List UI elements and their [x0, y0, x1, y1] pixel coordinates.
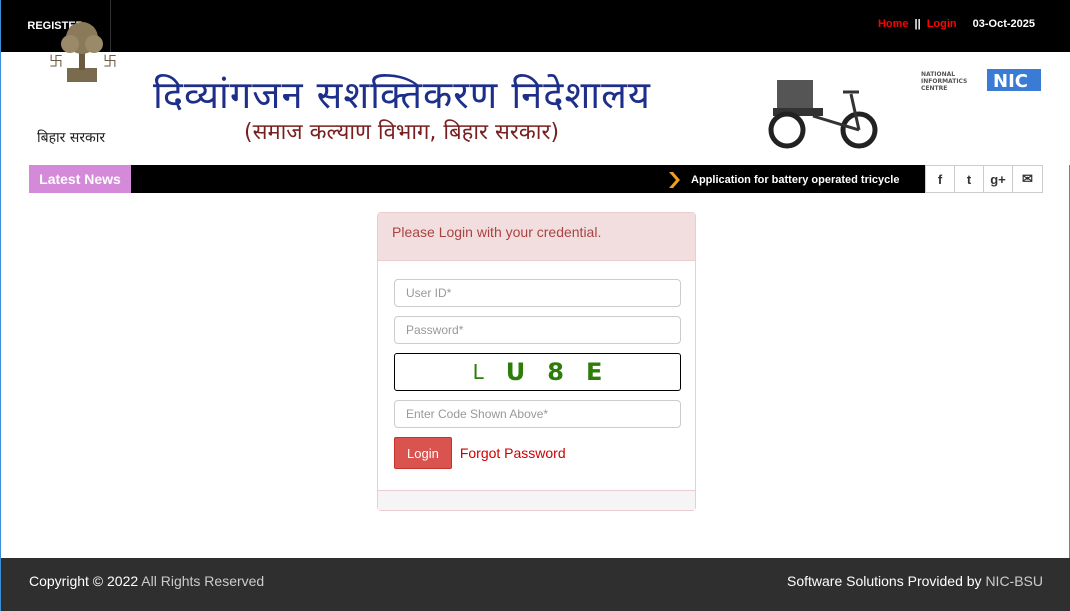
current-date: 03-Oct-2025 [972, 18, 1035, 30]
svg-text:卐: 卐 [49, 53, 63, 69]
login-form: User ID* Password* L U 8 E Enter Code Sh… [378, 261, 695, 469]
svg-text:CENTRE: CENTRE [921, 85, 947, 92]
provided-by-text: Software Solutions Provided by [786, 573, 982, 589]
captcha-char: 8 [547, 358, 564, 386]
news-item-text: Application for battery operated tricycl… [691, 174, 900, 186]
captcha-char: U [505, 358, 526, 386]
google-plus-icon[interactable]: g+ [984, 166, 1013, 192]
provider-credit: Software Solutions Provided by NIC-BSU [787, 573, 1043, 589]
captcha-char: L [472, 360, 484, 384]
login-panel: Please Login with your credential. User … [377, 212, 696, 511]
login-button[interactable]: Login [394, 437, 452, 469]
login-panel-heading: Please Login with your credential. [378, 213, 695, 261]
captcha-char: E [585, 358, 603, 386]
copyright: Copyright © 2022 All Rights Reserved [29, 573, 264, 589]
captcha-code-input[interactable]: Enter Code Shown Above* [394, 400, 681, 428]
rights-text: All Rights Reserved [141, 573, 265, 589]
top-right-links: Home || Login 03-Oct-2025 [878, 18, 1035, 30]
bihar-emblem-icon: 卐 卐 [49, 22, 117, 82]
home-link[interactable]: Home [878, 18, 909, 30]
copyright-year: Copyright © 2022 [29, 573, 139, 589]
provider-name: NIC-BSU [985, 573, 1043, 589]
password-input[interactable]: Password* [394, 316, 681, 344]
page-title: दिव्यांगजन सशक्तिकरण निदेशालय [153, 73, 651, 117]
top-navbar: REGISTER Home || Login 03-Oct-2025 [1, 0, 1070, 52]
tricycle-image-icon [768, 80, 878, 149]
nic-logo-icon: NATIONAL INFORMATICS CENTRE NIC [921, 69, 1041, 92]
login-panel-footer [378, 490, 695, 510]
news-item[interactable]: Application for battery operated tricycl… [667, 171, 899, 189]
user-id-input[interactable]: User ID* [394, 279, 681, 307]
svg-text:NATIONAL: NATIONAL [921, 71, 955, 78]
page-footer: Copyright © 2022 All Rights Reserved Sof… [1, 558, 1070, 611]
mail-icon[interactable]: ✉ [1013, 166, 1042, 192]
captcha-image: L U 8 E [394, 353, 681, 391]
social-links: f t g+ ✉ [925, 165, 1043, 193]
login-actions: Login Forgot Password [394, 437, 681, 469]
svg-text:卐: 卐 [103, 53, 117, 69]
svg-text:INFORMATICS: INFORMATICS [921, 78, 967, 85]
emblem-caption: बिहार सरकार [37, 130, 106, 146]
facebook-icon[interactable]: f [926, 166, 955, 192]
page-subtitle: (समाज कल्याण विभाग, बिहार सरकार) [244, 120, 560, 145]
separator: || [914, 18, 921, 30]
svg-text:NIC: NIC [993, 71, 1028, 92]
twitter-icon[interactable]: t [955, 166, 984, 192]
latest-news-label: Latest News [29, 165, 131, 193]
forgot-password-link[interactable]: Forgot Password [460, 445, 566, 461]
arrow-icon [669, 172, 680, 188]
login-link[interactable]: Login [927, 18, 957, 30]
latest-news-bar: Latest News Application for battery oper… [29, 165, 1043, 193]
